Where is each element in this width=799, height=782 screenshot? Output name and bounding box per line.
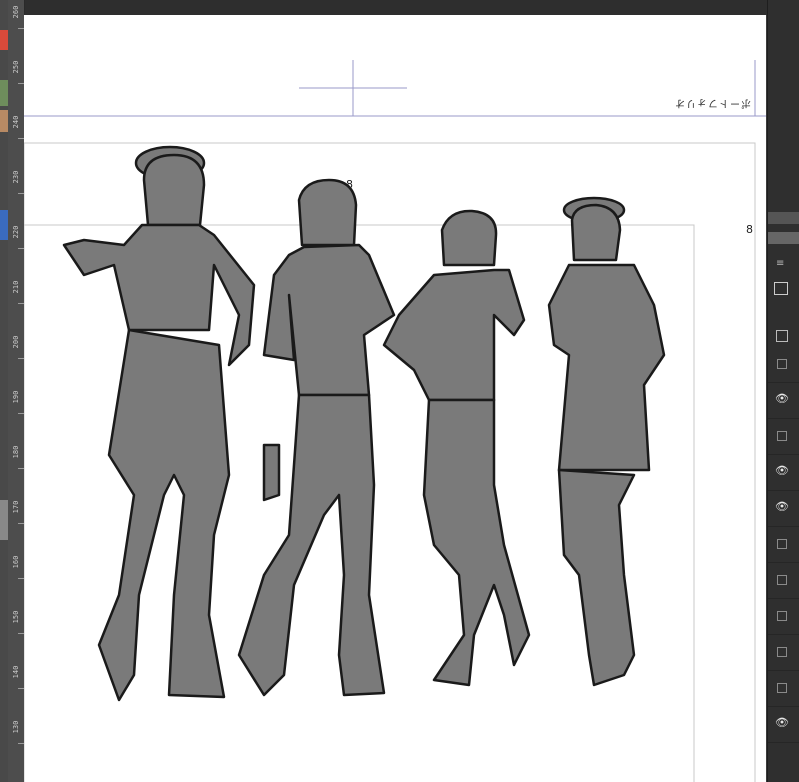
- figure-2: [237, 178, 396, 697]
- layer-row[interactable]: [768, 598, 799, 635]
- layer-row[interactable]: [768, 526, 799, 563]
- layer-settings-icon[interactable]: [776, 330, 788, 342]
- visibility-toggle-icon[interactable]: [777, 431, 787, 441]
- layer-row[interactable]: [768, 670, 799, 707]
- visibility-toggle-icon[interactable]: [777, 539, 787, 549]
- swatch-gray[interactable]: [0, 500, 8, 540]
- figure-4: [547, 196, 666, 687]
- ruler-label: 240: [12, 115, 20, 129]
- rect-tool-icon[interactable]: [774, 282, 788, 295]
- eye-icon[interactable]: 👁: [775, 393, 789, 405]
- layer-row[interactable]: 👁: [768, 490, 799, 527]
- page-number-right: 8: [746, 223, 753, 236]
- ruler-label: 260: [12, 5, 20, 19]
- page-number-left: 8: [346, 178, 353, 191]
- visibility-toggle-icon[interactable]: [777, 683, 787, 693]
- swatch-blue[interactable]: [0, 210, 8, 240]
- visibility-toggle-icon[interactable]: [777, 359, 787, 369]
- eye-icon[interactable]: 👁: [775, 465, 789, 477]
- vertical-ruler[interactable]: 260 250 240 230 220 210 200 190 180 170 160 150 140 1…: [8, 0, 25, 782]
- ruler-label: 150: [12, 610, 20, 624]
- eye-icon[interactable]: 👁: [775, 501, 789, 513]
- swatch-red[interactable]: [0, 30, 8, 50]
- layer-row[interactable]: 👁: [768, 382, 799, 419]
- visibility-toggle-icon[interactable]: [777, 575, 787, 585]
- ruler-label: 200: [12, 335, 20, 349]
- ruler-label: 130: [12, 720, 20, 734]
- title-bar: [0, 0, 799, 15]
- ruler-label: 160: [12, 555, 20, 569]
- drawing-canvas[interactable]: ポートフォリオ 8 8: [24, 15, 766, 782]
- layer-row[interactable]: [768, 562, 799, 599]
- eye-icon[interactable]: 👁: [775, 717, 789, 729]
- swatch-tan[interactable]: [0, 110, 8, 132]
- visibility-toggle-icon[interactable]: [777, 611, 787, 621]
- ruler-label: 170: [12, 500, 20, 514]
- ruler-label: 180: [12, 445, 20, 459]
- canvas-artwork: [24, 60, 766, 782]
- ruler-label: 220: [12, 225, 20, 239]
- panel-menu-icon[interactable]: ≡: [776, 258, 784, 269]
- guide-text: ポートフォリオ: [674, 97, 751, 108]
- ruler-label: 210: [12, 280, 20, 294]
- ruler-label: 190: [12, 390, 20, 404]
- ruler-label: 230: [12, 170, 20, 184]
- layer-row[interactable]: 👁: [768, 706, 799, 743]
- panel-strip-1: [768, 212, 799, 224]
- visibility-toggle-icon[interactable]: [777, 647, 787, 657]
- panel-strip-2: [768, 232, 799, 244]
- layer-row[interactable]: [768, 346, 799, 383]
- ruler-label: 250: [12, 60, 20, 74]
- ruler-label: 140: [12, 665, 20, 679]
- figure-1: [62, 145, 256, 702]
- swatch-green[interactable]: [0, 80, 8, 106]
- color-swatch-strip[interactable]: [0, 0, 8, 782]
- layer-row[interactable]: [768, 634, 799, 671]
- figure-3: [382, 209, 531, 687]
- layer-row[interactable]: [768, 418, 799, 455]
- layer-row[interactable]: 👁: [768, 454, 799, 491]
- layers-panel[interactable]: ≡ 👁 👁 👁 👁: [767, 0, 799, 782]
